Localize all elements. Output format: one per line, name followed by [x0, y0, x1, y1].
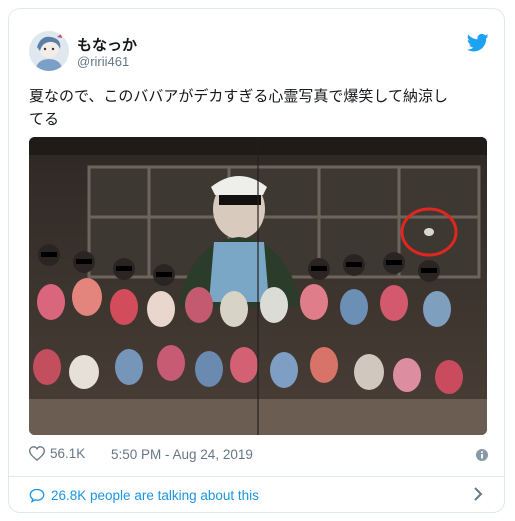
- avatar-illustration: [29, 31, 69, 71]
- chevron-right-icon: [474, 487, 483, 501]
- tweet-timestamp[interactable]: 5:50 PM - Aug 24, 2019: [111, 447, 253, 462]
- twitter-bird-icon[interactable]: [467, 33, 489, 53]
- class-photo-illustration: [29, 137, 487, 435]
- divider: [9, 476, 504, 477]
- tweet-photo[interactable]: [29, 137, 487, 435]
- tweet-meta: 56.1K 5:50 PM - Aug 24, 2019: [29, 446, 489, 466]
- avatar[interactable]: [29, 31, 69, 71]
- conversation-link[interactable]: 26.8K people are talking about this: [29, 485, 489, 505]
- heart-icon: [29, 446, 45, 461]
- conversation-text: 26.8K people are talking about this: [51, 487, 259, 503]
- tweet-text: 夏なので、このババアがデカすぎる心霊写真で爆笑して納涼し てる: [29, 85, 489, 131]
- tweet-text-line-2: てる: [29, 110, 60, 128]
- like-count: 56.1K: [50, 446, 86, 461]
- tweet-card: もなっか @ririi461 夏なので、このババアがデカすぎる心霊写真で爆笑して…: [8, 8, 505, 513]
- like-button[interactable]: 56.1K: [29, 446, 85, 461]
- display-name[interactable]: もなっか: [77, 34, 137, 55]
- comment-bubble-icon: [29, 488, 45, 503]
- tweet-header: もなっか @ririi461: [29, 31, 489, 79]
- user-handle[interactable]: @ririi461: [77, 54, 129, 69]
- info-icon[interactable]: [475, 448, 489, 462]
- tweet-text-line-1: 夏なので、このババアがデカすぎる心霊写真で爆笑して納涼し: [29, 87, 448, 105]
